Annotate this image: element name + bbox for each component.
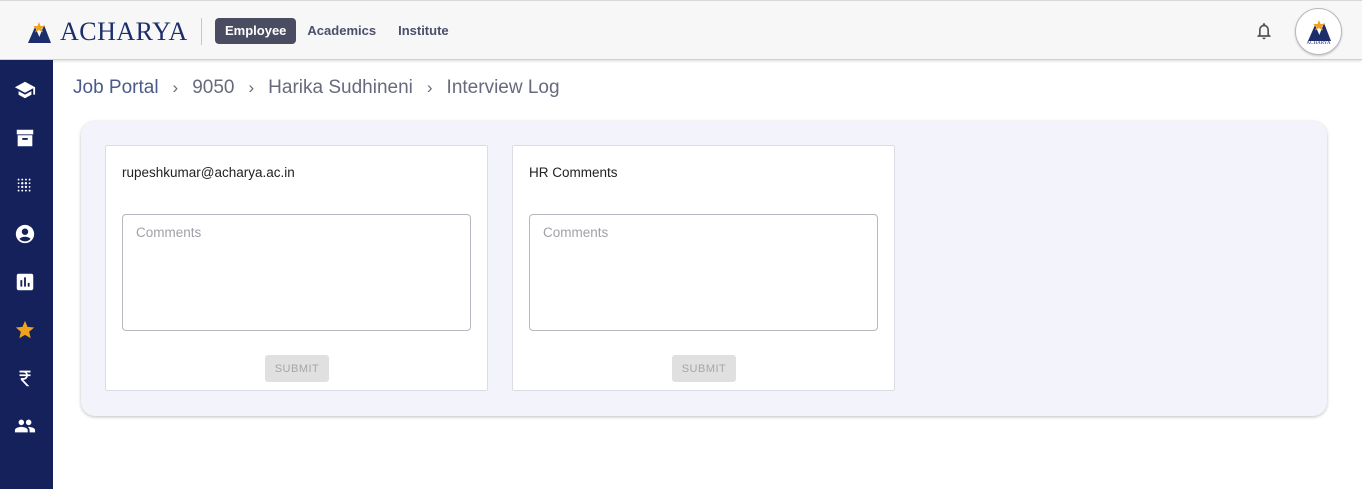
comments-input[interactable] [122,214,471,331]
chevron-right-icon: › [172,78,179,97]
hr-comments-input[interactable] [529,214,878,331]
breadcrumb-job-portal[interactable]: Job Portal [73,77,159,99]
nav-employee[interactable]: Employee [215,18,297,44]
hr-submit-button[interactable]: SUBMIT [672,355,736,382]
top-nav: Employee Academics Institute [215,18,460,44]
breadcrumb-job-id[interactable]: 9050 [192,77,234,99]
sidebar [0,60,53,489]
logo-text: ACHARYA [60,17,188,46]
avatar-text: ACHARYA [1306,41,1331,46]
bell-icon[interactable] [1254,21,1274,41]
top-bar: ACHARYA Employee Academics Institute ACH… [0,0,1362,60]
nav-institute[interactable]: Institute [387,18,460,44]
breadcrumb: Job Portal › 9050 › Harika Sudhineni › I… [73,76,560,100]
rupee-icon[interactable] [14,367,36,389]
dots-grid-icon[interactable] [14,175,36,197]
archive-icon[interactable] [14,127,36,149]
breadcrumb-candidate[interactable]: Harika Sudhineni [268,77,413,99]
card-title: HR Comments [529,165,618,180]
bar-chart-icon[interactable] [14,271,36,293]
interview-log-panel: rupeshkumar@acharya.ac.in SUBMIT HR Comm… [81,121,1327,416]
people-icon[interactable] [14,415,36,437]
star-icon[interactable] [14,319,36,341]
interviewer-comment-card: rupeshkumar@acharya.ac.in SUBMIT [105,145,488,391]
breadcrumb-current: Interview Log [446,77,560,98]
acharya-logo[interactable]: ACHARYA [24,17,188,47]
chevron-right-icon: › [426,78,433,97]
header-divider [201,18,202,45]
account-circle-icon[interactable] [14,223,36,245]
chevron-right-icon: › [248,78,255,97]
avatar[interactable]: ACHARYA [1295,8,1342,55]
hr-comment-card: HR Comments SUBMIT [512,145,895,391]
avatar-logo-icon [1307,20,1331,41]
acharya-logo-icon [28,22,51,43]
card-title: rupeshkumar@acharya.ac.in [122,165,295,180]
submit-button[interactable]: SUBMIT [265,355,329,382]
graduation-cap-icon[interactable] [14,79,36,101]
nav-academics[interactable]: Academics [296,18,387,44]
